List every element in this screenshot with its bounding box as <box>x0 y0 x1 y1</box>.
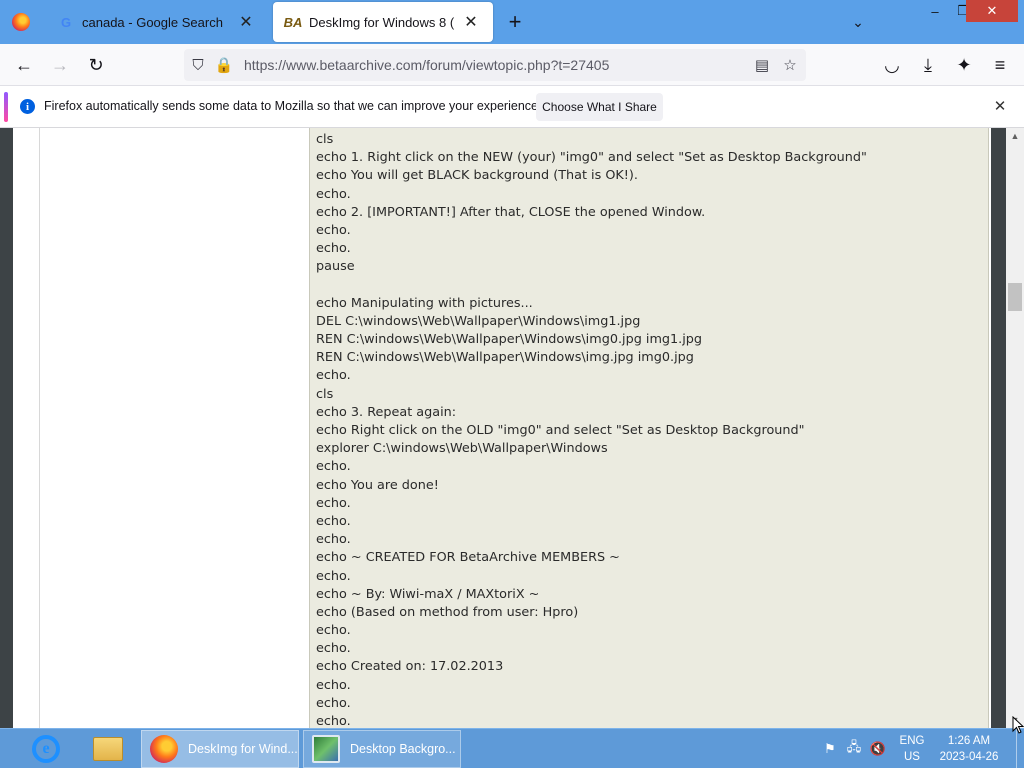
code-line: echo 3. Repeat again: <box>316 404 457 420</box>
internet-explorer-button[interactable]: e <box>20 731 72 767</box>
volume-muted-icon[interactable]: 🔇 <box>870 741 886 757</box>
keyboard-layout: US <box>904 751 920 763</box>
clock-date: 2023-04-26 <box>939 751 999 763</box>
code-line: cls <box>316 132 334 147</box>
betaarchive-icon: BA <box>283 14 303 30</box>
firefox-icon <box>12 13 30 31</box>
show-desktop-button[interactable] <box>1016 729 1024 768</box>
code-line: echo 1. Right click on the NEW (your) "i… <box>316 150 867 166</box>
code-line: echo. <box>316 495 351 511</box>
post-body: cls echo 1. Right click on the NEW (your)… <box>39 128 989 728</box>
code-line: REN C:\windows\Web\Wallpaper\Windows\img… <box>316 350 694 366</box>
scroll-up-arrow-icon[interactable]: ▲ <box>1006 128 1024 144</box>
extensions-icon[interactable]: ✦ <box>950 51 978 79</box>
firefox-icon <box>150 735 178 763</box>
tab-strip: G canada - Google Search ✕ BA DeskImg fo… <box>0 0 1024 44</box>
action-center-flag-icon[interactable]: ⚑ <box>822 741 838 757</box>
code-line: echo. <box>316 459 351 475</box>
code-line: echo. <box>316 222 351 238</box>
bookmark-star-icon[interactable]: ☆ <box>780 55 800 75</box>
mouse-cursor-icon <box>1012 716 1024 734</box>
code-line: echo You will get BLACK background (That… <box>316 168 638 184</box>
close-tab-icon[interactable]: ✕ <box>461 12 481 32</box>
tracking-protection-shield-icon[interactable]: ⛉ <box>188 55 208 75</box>
file-explorer-icon <box>93 737 123 761</box>
forward-button[interactable]: → <box>46 51 74 79</box>
page-content: cls echo 1. Right click on the NEW (your)… <box>0 128 1024 728</box>
menu-icon[interactable]: ≡ <box>986 51 1014 79</box>
code-line: echo. <box>316 241 351 257</box>
code-line: explorer C:\windows\Web\Wallpaper\Window… <box>316 441 608 457</box>
code-line: echo. <box>316 695 351 711</box>
reader-view-icon[interactable]: ▤ <box>752 55 772 75</box>
scrollbar-thumb[interactable] <box>1008 283 1022 311</box>
notification-accent <box>4 92 8 122</box>
desktop-background-icon <box>312 735 340 763</box>
close-window-button[interactable]: ✕ <box>966 0 1018 22</box>
clock[interactable]: 1:26 AM 2023-04-26 <box>936 733 1002 765</box>
firefox-view-button[interactable] <box>0 0 42 44</box>
tab-title: canada - Google Search <box>82 14 223 30</box>
taskbar-app-label: Desktop Backgro... <box>350 742 456 756</box>
code-line: echo You are done! <box>316 477 439 493</box>
minimize-button[interactable]: – <box>920 0 950 22</box>
code-line: echo. <box>316 368 351 384</box>
code-line: echo. <box>316 623 351 639</box>
close-tab-icon[interactable]: ✕ <box>236 12 256 32</box>
back-button[interactable]: ← <box>10 51 38 79</box>
taskbar-desktop-background-window[interactable]: Desktop Backgro... <box>303 730 461 768</box>
code-line: cls <box>316 386 334 402</box>
close-notification-icon[interactable]: ✕ <box>990 96 1010 116</box>
code-line: echo Created on: 17.02.2013 <box>316 659 504 675</box>
code-line: echo ~ CREATED FOR BetaArchive MEMBERS ~ <box>316 550 620 566</box>
code-line: echo Right click on the OLD "img0" and s… <box>316 423 805 438</box>
taskbar-firefox-window[interactable]: DeskImg for Wind... <box>141 730 299 768</box>
downloads-icon[interactable]: ⤓ <box>914 51 942 79</box>
code-line: echo ~ By: Wiwi-maX / MAXtoriX ~ <box>316 586 540 602</box>
choose-what-i-share-button[interactable]: Choose What I Share <box>536 93 663 121</box>
code-line: echo. <box>316 513 351 529</box>
code-line: REN C:\windows\Web\Wallpaper\Windows\img… <box>316 332 703 348</box>
language-code: ENG <box>899 735 925 747</box>
internet-explorer-icon: e <box>32 735 60 763</box>
code-line: echo. <box>316 677 351 693</box>
code-line: echo. <box>316 714 351 728</box>
code-line: echo. <box>316 532 351 548</box>
notification-bar: i Firefox automatically sends some data … <box>0 86 1024 128</box>
code-line: echo (Based on method from user: Hpro) <box>316 604 579 620</box>
tab-title: DeskImg for Windows 8 (Beta's <box>309 14 455 30</box>
network-icon[interactable]: 🖧 <box>846 739 862 757</box>
info-icon: i <box>20 99 35 114</box>
forum-page: cls echo 1. Right click on the NEW (your)… <box>13 128 991 728</box>
new-tab-button[interactable]: + <box>503 9 527 34</box>
clock-time: 1:26 AM <box>947 735 991 747</box>
input-language-indicator[interactable]: ENG US <box>896 733 928 765</box>
code-line: echo 2. [IMPORTANT!] After that, CLOSE t… <box>316 204 706 220</box>
taskbar-app-label: DeskImg for Wind... <box>188 742 298 756</box>
navigation-toolbar: ← → ↻ ⛉ 🔒 https://www.betaarchive.com/fo… <box>0 44 1024 86</box>
lock-icon[interactable]: 🔒 <box>214 55 234 75</box>
tab-deskimg[interactable]: BA DeskImg for Windows 8 (Beta's ✕ <box>273 2 493 42</box>
code-line: echo. <box>316 641 351 657</box>
code-line: pause <box>316 259 355 275</box>
url-text[interactable]: https://www.betaarchive.com/forum/viewto… <box>244 57 609 73</box>
code-block: cls echo 1. Right click on the NEW (your)… <box>309 128 989 728</box>
google-icon: G <box>60 14 72 30</box>
code-line: echo Manipulating with pictures... <box>316 295 533 311</box>
vertical-scrollbar[interactable]: ▲ ▼ <box>1006 128 1024 728</box>
notification-message: Firefox automatically sends some data to… <box>44 99 542 113</box>
reload-button[interactable]: ↻ <box>82 51 110 79</box>
file-explorer-button[interactable] <box>82 731 134 767</box>
pocket-icon[interactable]: ◡ <box>878 51 906 79</box>
code-line: echo. <box>316 186 351 202</box>
code-line: echo. <box>316 568 351 584</box>
list-all-tabs-button[interactable]: ⌄ <box>846 10 870 34</box>
taskbar: e DeskImg for Wind... Desktop Backgro...… <box>0 728 1024 768</box>
tab-google-search[interactable]: G canada - Google Search ✕ <box>46 2 268 42</box>
code-line: DEL C:\windows\Web\Wallpaper\Windows\img… <box>316 313 641 329</box>
url-bar[interactable]: ⛉ 🔒 https://www.betaarchive.com/forum/vi… <box>184 49 806 81</box>
